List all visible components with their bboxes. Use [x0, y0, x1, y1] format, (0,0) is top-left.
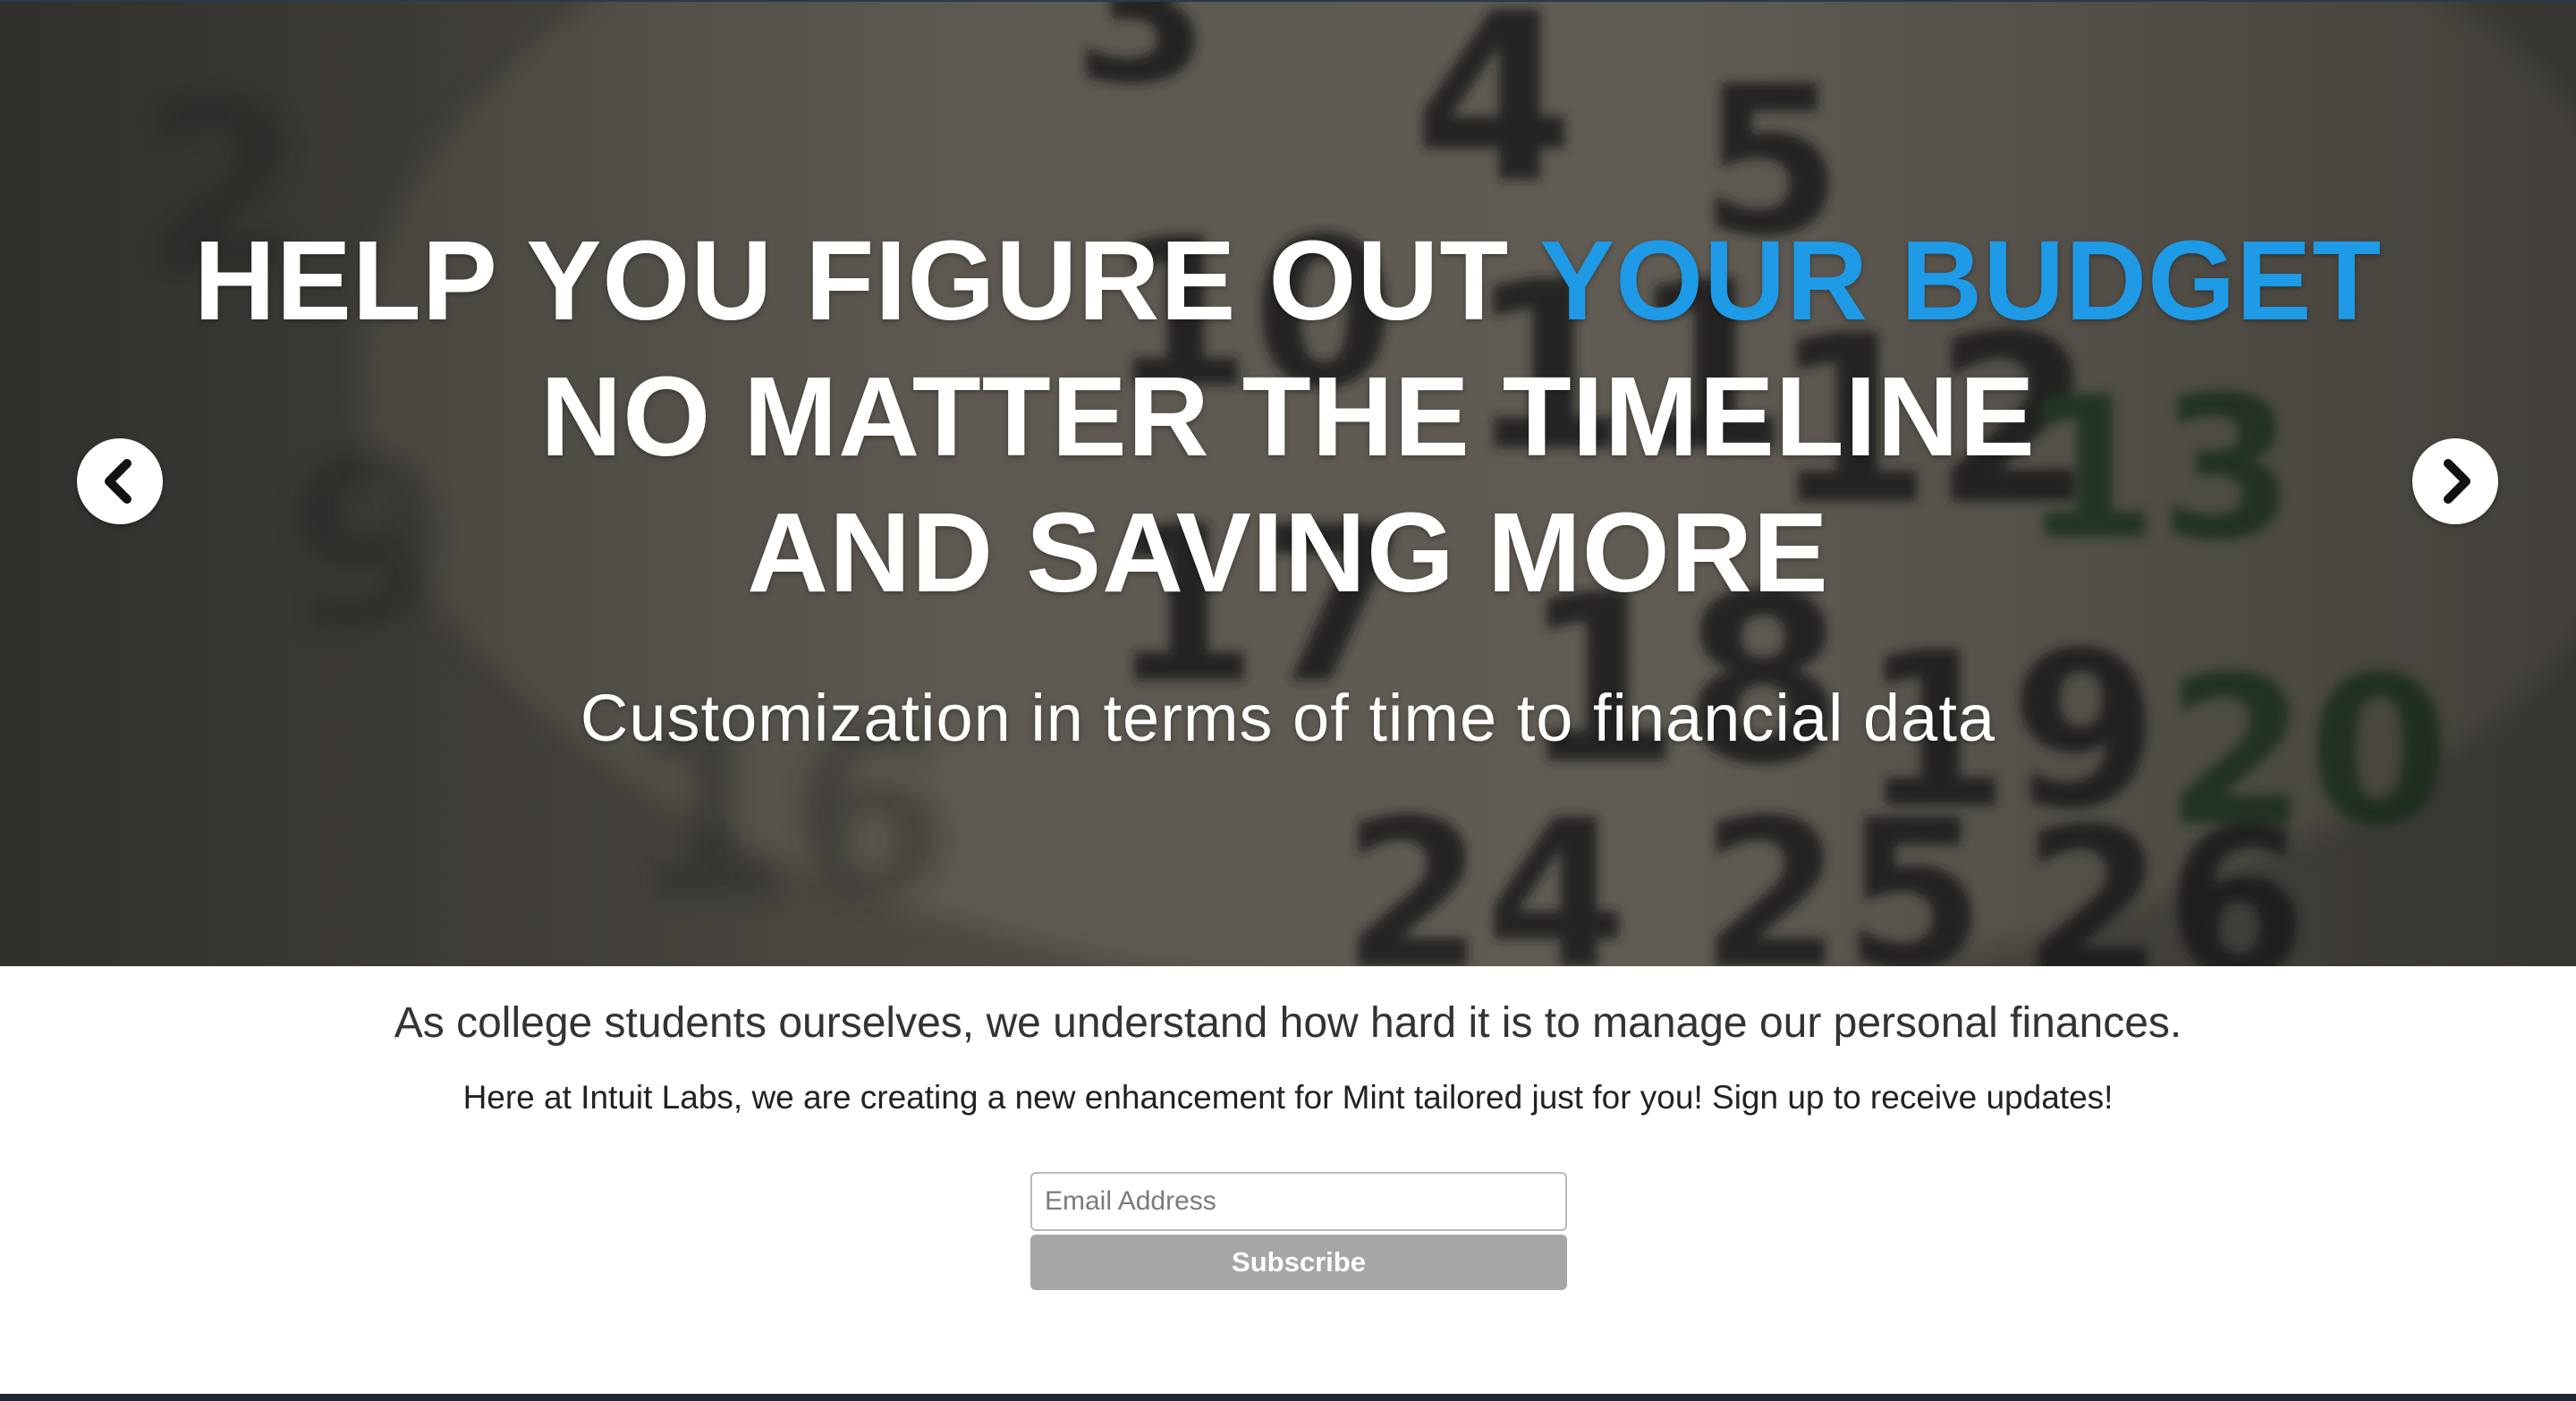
- chevron-left-icon: [105, 459, 131, 504]
- headline-accent-text: YOUR BUDGET: [1539, 217, 2383, 344]
- email-field[interactable]: [1030, 1172, 1567, 1231]
- headline-line-2: NO MATTER THE TIMELINE: [540, 353, 2036, 480]
- top-border: [0, 0, 2576, 2]
- headline-line-3: AND SAVING MORE: [747, 489, 1829, 616]
- carousel-prev-button[interactable]: [77, 438, 163, 524]
- tagline-text: Here at Intuit Labs, we are creating a n…: [462, 1079, 2114, 1116]
- subscribe-button[interactable]: Subscribe: [1030, 1235, 1567, 1290]
- footer-strip: [0, 1394, 2576, 1401]
- headline-line-1-text: HELP YOU FIGURE OUT: [193, 217, 1540, 344]
- intro-text: As college students ourselves, we unders…: [394, 999, 2182, 1047]
- signup-section: As college students ourselves, we unders…: [0, 966, 2576, 1396]
- carousel-next-button[interactable]: [2412, 438, 2498, 524]
- chevron-right-icon: [2444, 459, 2470, 504]
- hero-carousel: 3 4 5 10 11 12 13 17 18 19 20 24 25 26 2…: [0, 0, 2576, 966]
- hero-headline: HELP YOU FIGURE OUT YOUR BUDGET NO MATTE…: [0, 213, 2576, 621]
- hero-subheadline: Customization in terms of time to financ…: [580, 681, 1996, 755]
- landing-page: 3 4 5 10 11 12 13 17 18 19 20 24 25 26 2…: [0, 0, 2576, 1401]
- headline-line-1: HELP YOU FIGURE OUT YOUR BUDGET: [0, 213, 2576, 349]
